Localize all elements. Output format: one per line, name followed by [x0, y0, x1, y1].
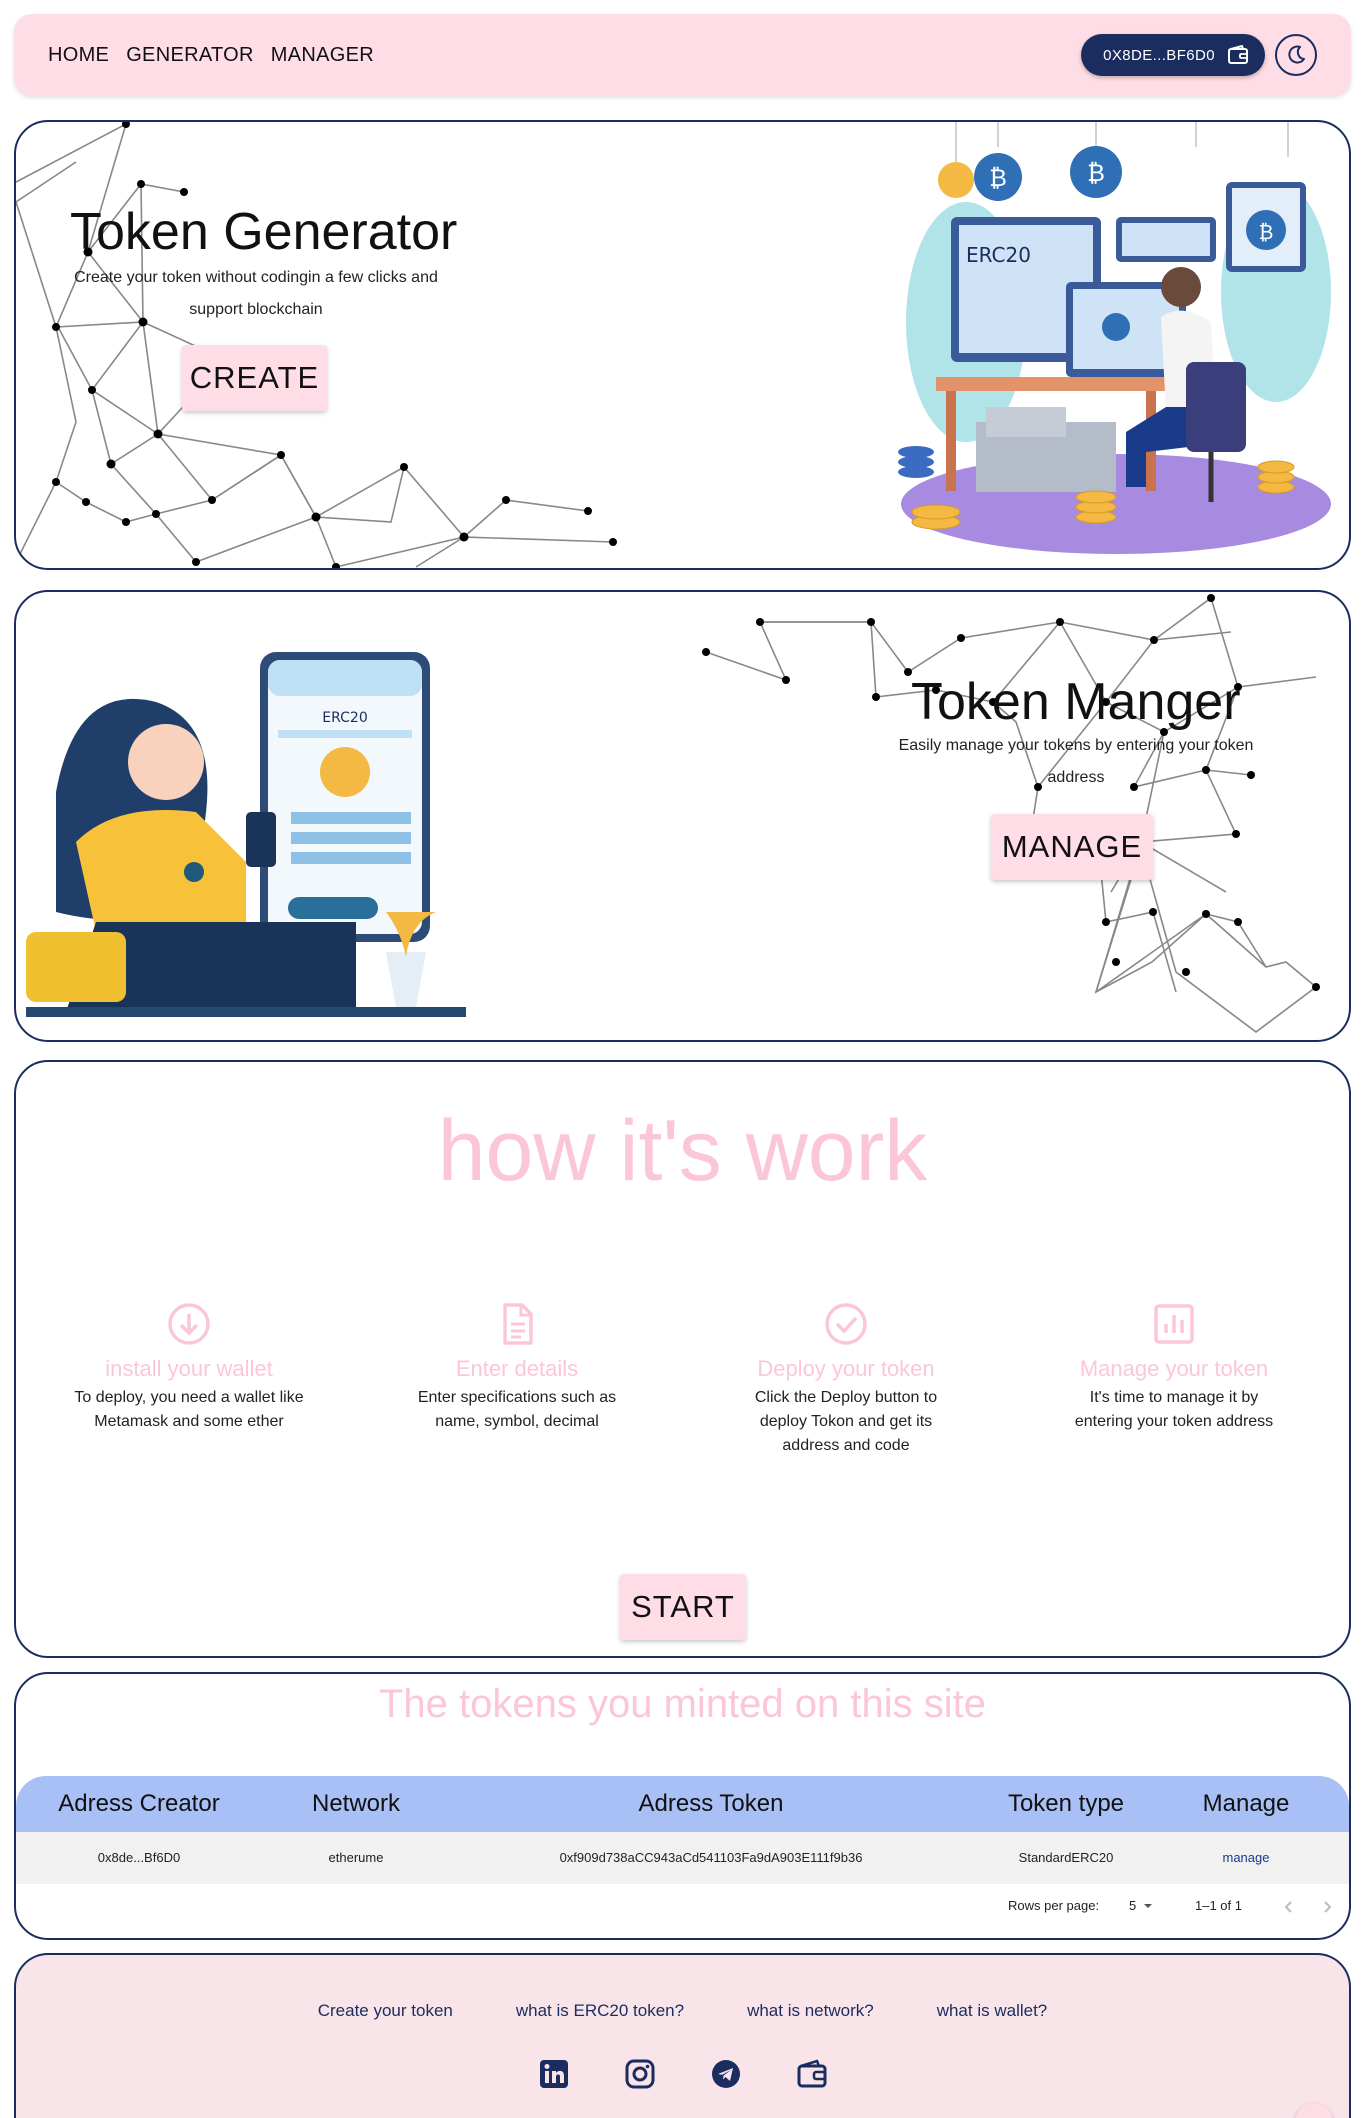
- column-header: Token type: [1007, 1790, 1125, 1817]
- rows-per-page-label: Rows per page:: [1008, 1898, 1100, 1913]
- nav-manager[interactable]: MANAGER: [271, 44, 374, 67]
- next-page-button[interactable]: [1319, 1886, 1335, 1926]
- chevron-left-icon: [1284, 1900, 1292, 1913]
- step-desc: Click the Deploy button to deploy Tokon …: [754, 1389, 938, 1454]
- manager-subtitle: Easily manage your tokens by entering yo…: [898, 737, 1254, 786]
- tokens-title: The tokens you minted on this site: [379, 1682, 986, 1726]
- svg-text:₿: ₿: [989, 164, 1007, 192]
- step-title: Enter details: [455, 1356, 579, 1381]
- cell-token-address: 0xf909d738aCC943aCd541103Fa9dA903E111f9b…: [559, 1850, 863, 1865]
- generator-title: Token Generator: [70, 203, 458, 261]
- theme-toggle-button[interactable]: [1275, 34, 1317, 76]
- footer-link-erc20[interactable]: what is ERC20 token?: [516, 2001, 684, 2021]
- top-navbar: HOME GENERATOR MANAGER 0X8DE...BF6D0: [14, 14, 1351, 96]
- footer-link-network[interactable]: what is network?: [747, 2001, 874, 2021]
- instagram-icon: [625, 2059, 654, 2089]
- chevron-down-icon: [1144, 1904, 1153, 1908]
- footer-link-wallet[interactable]: what is wallet?: [937, 2001, 1048, 2021]
- start-button[interactable]: START: [620, 1574, 746, 1640]
- footer: Create your token what is ERC20 token? w…: [14, 1953, 1351, 2118]
- footer-link-create-token[interactable]: Create your token: [318, 2001, 453, 2021]
- linkedin-link[interactable]: [538, 2058, 570, 2090]
- cell-network: etherume: [328, 1850, 384, 1865]
- pagination-range: 1–1 of 1: [1195, 1898, 1242, 1913]
- chevron-right-icon: [1324, 1900, 1332, 1913]
- step-desc: To deploy, you need a wallet like Metama…: [74, 1389, 304, 1430]
- step-title: Manage your token: [1079, 1356, 1269, 1381]
- network-decoration: [16, 122, 617, 568]
- developer-illustration: ₿ ₿ ERC20 ₿: [898, 122, 1331, 554]
- cell-creator: 0x8de...Bf6D0: [97, 1850, 181, 1865]
- column-header: Manage: [1202, 1790, 1290, 1817]
- step-title: install your wallet: [105, 1356, 273, 1381]
- table-header: Adress Creator Network Adress Token Toke…: [16, 1776, 1349, 1832]
- generator-card: Token Generator Create your token withou…: [14, 120, 1351, 570]
- nav-home[interactable]: HOME: [48, 44, 109, 67]
- create-button[interactable]: CREATE: [182, 345, 327, 411]
- wallet-link[interactable]: [796, 2058, 828, 2090]
- how-it-works-card: how it's work install your wallet To dep…: [14, 1060, 1351, 1658]
- instagram-link[interactable]: [624, 2058, 656, 2090]
- bar-chart-icon: [1154, 1304, 1194, 1344]
- moon-icon: [1288, 45, 1305, 64]
- prev-page-button[interactable]: [1281, 1886, 1297, 1926]
- nav-actions: 0X8DE...BF6D0: [1081, 34, 1317, 76]
- cell-token-type: StandardERC20: [1018, 1850, 1114, 1865]
- rows-per-page-value: 5: [1129, 1898, 1137, 1913]
- step-desc: Enter specifications such as name, symbo…: [417, 1389, 617, 1430]
- linkedin-icon: [539, 2060, 568, 2088]
- rows-per-page-select[interactable]: 5: [1129, 1886, 1154, 1926]
- check-circle-icon: [825, 1303, 867, 1345]
- social-icons: [16, 2058, 1349, 2090]
- manage-button[interactable]: MANAGE: [991, 814, 1153, 880]
- svg-text:₿: ₿: [1259, 220, 1274, 244]
- manager-title: Token Manger: [911, 673, 1241, 731]
- wallet-connect-button[interactable]: 0X8DE...BF6D0: [1081, 34, 1265, 76]
- column-header: Network: [311, 1790, 401, 1817]
- step-title: Deploy your token: [757, 1356, 935, 1381]
- minted-tokens-card: The tokens you minted on this site Adres…: [14, 1672, 1351, 1940]
- manager-card: Token Manger Easily manage your tokens b…: [14, 590, 1351, 1042]
- step-enter-details: Enter details Enter specifications such …: [402, 1302, 632, 1434]
- step-deploy-token: Deploy your token Click the Deploy butto…: [731, 1302, 961, 1458]
- scroll-to-top-button[interactable]: [1295, 2103, 1333, 2118]
- nav-links: HOME GENERATOR MANAGER: [48, 44, 374, 67]
- table-row: 0x8de...Bf6D0 etherume 0xf909d738aCC943a…: [16, 1832, 1349, 1884]
- footer-links: Create your token what is ERC20 token? w…: [16, 2001, 1349, 2021]
- step-manage-token: Manage your token It's time to manage it…: [1059, 1302, 1289, 1434]
- step-desc: It's time to manage it by entering your …: [1074, 1389, 1274, 1430]
- generator-subtitle: Create your token without codingin a few…: [74, 269, 438, 318]
- illustration-erc20-label: ERC20: [322, 710, 367, 726]
- step-install-wallet: install your wallet To deploy, you need …: [74, 1302, 304, 1434]
- svg-text:₿: ₿: [1087, 159, 1105, 187]
- wallet-address: 0X8DE...BF6D0: [1103, 46, 1215, 64]
- document-icon: [503, 1303, 533, 1345]
- column-header: Adress Creator: [58, 1790, 220, 1817]
- column-header: Adress Token: [638, 1790, 784, 1817]
- how-title: how it's work: [437, 1103, 928, 1199]
- manage-link[interactable]: manage: [1166, 1832, 1326, 1884]
- wallet-icon: [1228, 45, 1248, 64]
- illustration-erc20-label: ERC20: [966, 243, 1031, 267]
- telegram-link[interactable]: [710, 2058, 742, 2090]
- telegram-icon: [711, 2060, 740, 2088]
- woman-phone-illustration: ERC20: [26, 652, 466, 1017]
- wallet-icon: [797, 2059, 826, 2088]
- nav-generator[interactable]: GENERATOR: [126, 44, 254, 67]
- download-circle-icon: [168, 1303, 210, 1345]
